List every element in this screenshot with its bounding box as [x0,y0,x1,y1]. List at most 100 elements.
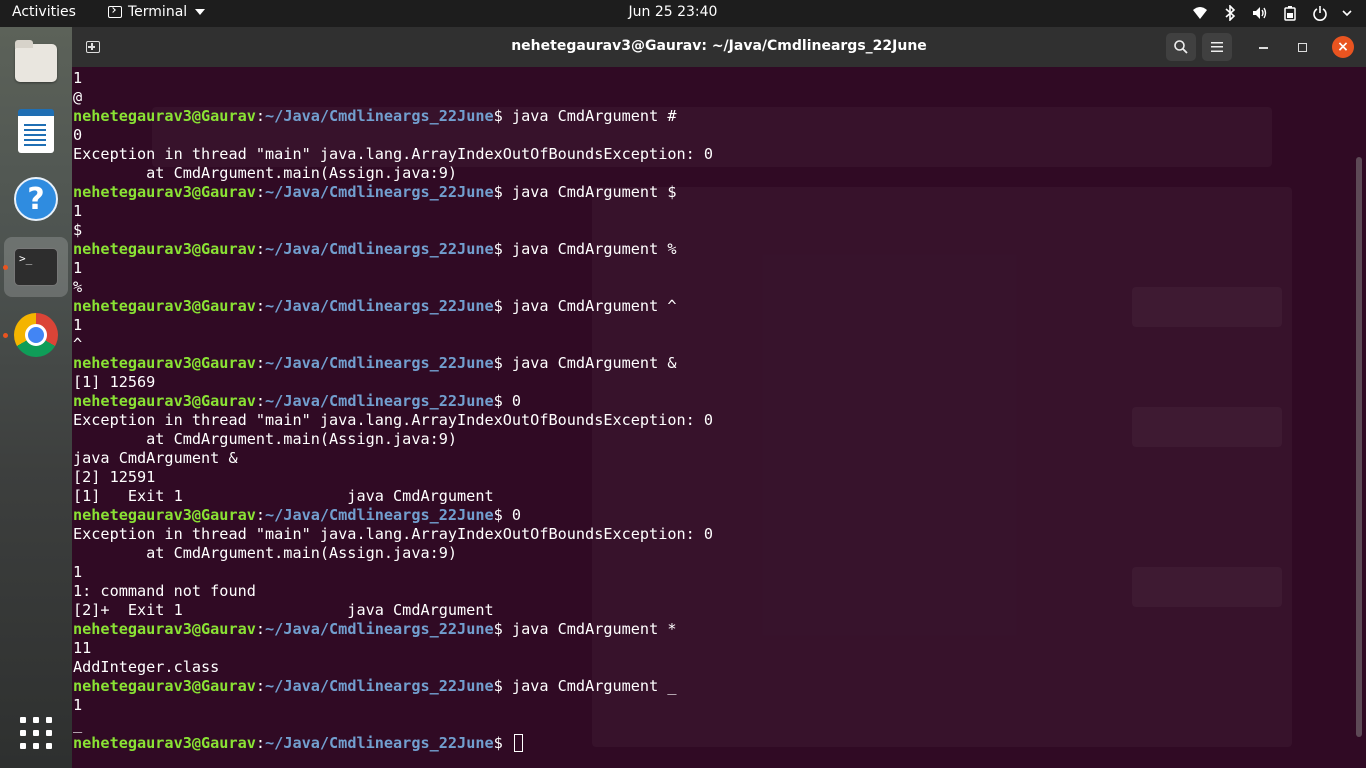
output-line: [1] 12569 [73,373,156,391]
output-line: 1 [73,563,83,581]
background-window-ghost [1132,287,1282,327]
dock-chrome[interactable] [3,305,68,365]
prompt-symbol: $ [493,392,503,410]
terminal-content[interactable]: 1 @ nehetegaurav3@Gaurav:~/Java/Cmdlinearg… [72,67,1366,768]
command-text: 0 [502,506,522,524]
prompt-line: nehetegaurav3@Gaurav:~/Java/Cmdlineargs_… [73,183,713,202]
output-line: [2]+ Exit 1 java CmdArgument [73,601,494,619]
prompt-path: ~/Java/Cmdlineargs_22June [265,677,494,695]
prompt-path: ~/Java/Cmdlineargs_22June [265,392,494,410]
prompt-path: ~/Java/Cmdlineargs_22June [265,183,494,201]
prompt-colon: : [255,392,266,410]
show-applications-icon [20,717,52,749]
output-line: 1 [73,316,83,334]
power-icon[interactable] [1312,5,1328,21]
prompt-symbol: $ [493,240,503,258]
output-line: ^ [73,335,83,353]
prompt-line: nehetegaurav3@Gaurav:~/Java/Cmdlineargs_… [73,734,713,753]
chrome-icon [14,313,58,357]
output-line: Exception in thread "main" java.lang.Arr… [73,411,714,429]
background-window-ghost [1132,407,1282,447]
prompt-symbol: $ [493,183,503,201]
prompt-user-host: nehetegaurav3@Gaurav [73,734,256,752]
output-line: 0 [73,126,83,144]
output-line: 1 [73,259,83,277]
output-line: @ [73,88,83,106]
prompt-line: nehetegaurav3@Gaurav:~/Java/Cmdlineargs_… [73,107,713,126]
prompt-symbol: $ [493,354,503,372]
prompt-line: nehetegaurav3@Gaurav:~/Java/Cmdlineargs_… [73,240,713,259]
dock-libreoffice-writer[interactable] [4,101,68,161]
output-line: [2] 12591 [73,468,156,486]
header-bar[interactable]: nehetegaurav3@Gaurav: ~/Java/Cmdlineargs… [72,27,1366,67]
search-button[interactable] [1166,33,1196,61]
prompt-user-host: nehetegaurav3@Gaurav [73,107,256,125]
prompt-line: nehetegaurav3@Gaurav:~/Java/Cmdlineargs_… [73,620,713,639]
prompt-user-host: nehetegaurav3@Gaurav [73,354,256,372]
hamburger-menu-icon [1211,42,1223,52]
bluetooth-icon[interactable] [1222,5,1238,21]
prompt-symbol: $ [493,297,503,315]
prompt-colon: : [255,620,266,638]
libreoffice-writer-icon [18,109,54,153]
command-text: java CmdArgument ^ [502,297,677,315]
command-text: java CmdArgument # [502,107,677,125]
prompt-path: ~/Java/Cmdlineargs_22June [265,240,494,258]
output-line: at CmdArgument.main(Assign.java:9) [73,430,458,448]
prompt-user-host: nehetegaurav3@Gaurav [73,506,256,524]
output-line: at CmdArgument.main(Assign.java:9) [73,164,458,182]
clock[interactable]: Jun 25 23:40 [0,4,1356,20]
command-text: 0 [502,392,522,410]
close-button[interactable]: × [1331,35,1355,59]
output-line: [1] Exit 1 java CmdArgument [73,487,494,505]
text-cursor[interactable] [513,734,523,752]
minimize-button[interactable] [1251,35,1275,59]
prompt-symbol: $ [493,506,503,524]
prompt-colon: : [255,297,266,315]
output-line: 11 [73,639,92,657]
prompt-colon: : [255,240,266,258]
output-line: _ [73,715,83,733]
wifi-icon[interactable] [1192,5,1208,21]
output-line: Exception in thread "main" java.lang.Arr… [73,525,714,543]
background-window-ghost [1132,567,1282,607]
prompt-line: nehetegaurav3@Gaurav:~/Java/Cmdlineargs_… [73,392,713,411]
files-icon [15,40,57,82]
volume-icon[interactable] [1252,5,1268,21]
output-line: 1: command not found [73,582,256,600]
prompt-user-host: nehetegaurav3@Gaurav [73,677,256,695]
prompt-path: ~/Java/Cmdlineargs_22June [265,620,494,638]
dock-files[interactable] [4,33,68,93]
close-icon: × [1332,36,1354,58]
prompt-path: ~/Java/Cmdlineargs_22June [265,506,494,524]
show-applications-button[interactable] [4,703,68,763]
menu-button[interactable] [1202,33,1232,61]
prompt-colon: : [255,734,266,752]
command-text: java CmdArgument * [502,620,677,638]
output-line: $ [73,221,83,239]
system-tray[interactable] [1192,5,1352,21]
prompt-user-host: nehetegaurav3@Gaurav [73,620,256,638]
chevron-down-icon[interactable] [1342,5,1352,21]
command-text: java CmdArgument _ [502,677,677,695]
battery-icon[interactable] [1282,5,1298,21]
minimize-icon [1258,47,1268,49]
prompt-colon: : [255,506,266,524]
output-line: at CmdArgument.main(Assign.java:9) [73,544,458,562]
prompt-colon: : [255,677,266,695]
maximize-icon [1297,42,1307,52]
terminal-output: 1 @ nehetegaurav3@Gaurav:~/Java/Cmdlinearg… [73,69,713,753]
dock-terminal[interactable]: >_ [3,237,68,297]
prompt-user-host: nehetegaurav3@Gaurav [73,392,256,410]
prompt-path: ~/Java/Cmdlineargs_22June [265,354,494,372]
maximize-button[interactable] [1290,35,1314,59]
scrollbar[interactable] [1356,157,1362,737]
dock-help[interactable]: ? [4,169,68,229]
running-indicator [3,265,8,270]
prompt-user-host: nehetegaurav3@Gaurav [73,297,256,315]
command-text: java CmdArgument & [502,354,677,372]
prompt-line: nehetegaurav3@Gaurav:~/Java/Cmdlineargs_… [73,354,713,373]
prompt-path: ~/Java/Cmdlineargs_22June [265,107,494,125]
prompt-line: nehetegaurav3@Gaurav:~/Java/Cmdlineargs_… [73,506,713,525]
prompt-colon: : [255,107,266,125]
